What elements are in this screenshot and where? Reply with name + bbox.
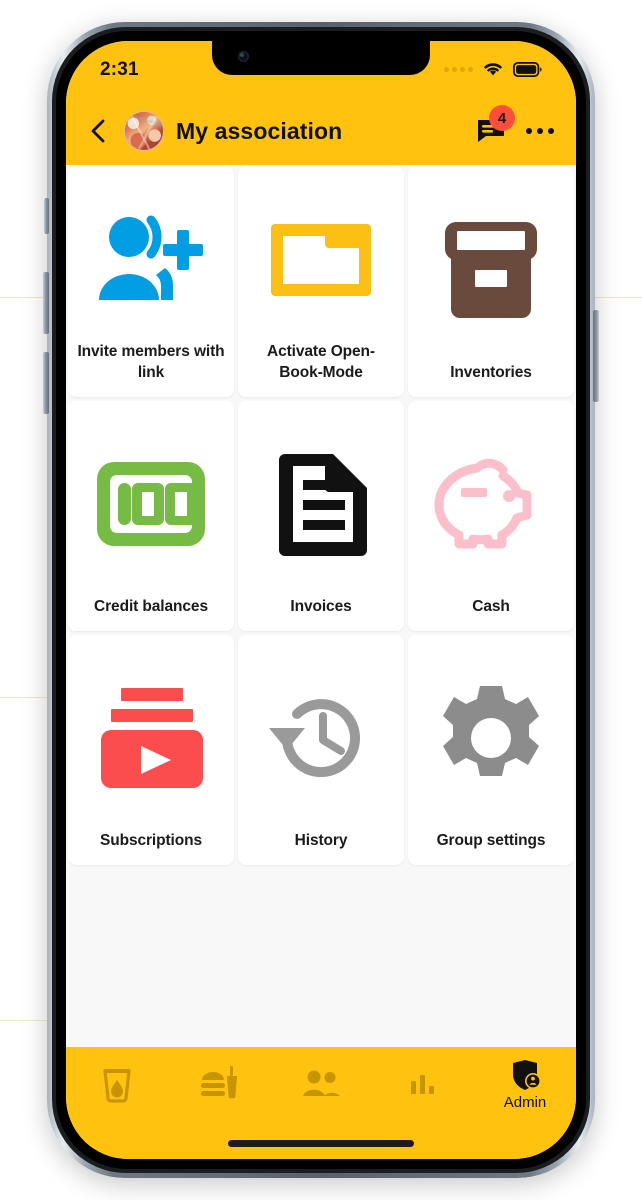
screenshot-root: 2:31 My association 4 Invite members wit…: [0, 0, 642, 1200]
subscriptions-icon: [101, 687, 203, 788]
tile-label: Cash: [472, 597, 510, 615]
display-notch: [212, 41, 430, 75]
tile-icon-wrap: [246, 177, 396, 342]
tile-label: Credit balances: [94, 597, 208, 615]
status-bar: 2:31: [66, 41, 576, 97]
nav-item-drinks[interactable]: [66, 1047, 168, 1123]
app-bar-actions: 4: [476, 105, 554, 146]
tile-subscriptions[interactable]: Subscriptions: [68, 635, 234, 865]
tile-label: Invite members with link: [77, 343, 225, 381]
tile-open-book-mode[interactable]: Activate Open-Book-Mode: [238, 167, 404, 397]
guide-line: [0, 697, 52, 698]
tile-label: Activate Open-Book-Mode: [267, 343, 375, 381]
nav-item-admin[interactable]: Admin: [474, 1047, 576, 1123]
status-icons: [444, 59, 542, 77]
tile-icon-wrap: [416, 411, 566, 597]
avatar[interactable]: [124, 111, 164, 151]
tile-icon-wrap: [246, 411, 396, 597]
tile-history[interactable]: History: [238, 635, 404, 865]
tile-icon-wrap: [416, 645, 566, 831]
nav-item-food[interactable]: [168, 1047, 270, 1123]
tile-inventories[interactable]: Inventories: [408, 167, 574, 397]
admin-shield-icon: [513, 1059, 541, 1090]
volume-down-button[interactable]: [43, 352, 49, 414]
volume-up-button[interactable]: [43, 272, 49, 334]
page-title: My association: [176, 117, 343, 144]
tile-label: History: [294, 831, 348, 849]
people-icon: [303, 1070, 340, 1096]
tile-label: Group settings: [436, 831, 546, 849]
bottom-nav-items: Admin: [66, 1047, 576, 1123]
tile-icon-wrap: [416, 177, 566, 363]
document-icon: [279, 453, 367, 556]
person-add-icon: [99, 215, 203, 300]
bar-chart-icon: [411, 1075, 434, 1094]
nav-label: Admin: [503, 1093, 547, 1111]
nav-item-members[interactable]: [270, 1047, 372, 1123]
power-button[interactable]: [593, 310, 599, 402]
top-bar: 2:31 My association 4: [66, 41, 576, 165]
battery-full-icon: [513, 61, 542, 77]
signal-dots-icon: [444, 66, 473, 72]
tile-icon-wrap: [76, 411, 226, 597]
tile-credit-balances[interactable]: Credit balances: [68, 401, 234, 631]
chat-button[interactable]: 4: [476, 105, 515, 146]
status-time: 2:31: [100, 59, 139, 80]
tile-group-settings[interactable]: Group settings: [408, 635, 574, 865]
history-clock-icon: [269, 698, 360, 777]
fastfood-icon: [201, 1066, 237, 1099]
phone-screen: 2:31 My association 4 Invite members wit…: [66, 41, 576, 1159]
main-content: Invite members with link Activate Open-B…: [66, 165, 576, 1047]
guide-line: [594, 297, 642, 298]
piggy-bank-icon: [434, 458, 532, 549]
hundred-note-icon: [97, 461, 205, 546]
chat-badge: 4: [489, 105, 515, 131]
silent-switch-button[interactable]: [44, 198, 49, 234]
app-bar: My association 4: [66, 97, 576, 165]
archive-box-icon: [445, 221, 537, 318]
tile-icon-wrap: [76, 177, 226, 342]
tile-label: Subscriptions: [99, 831, 203, 849]
wifi-icon: [484, 63, 502, 76]
front-camera-icon: [238, 51, 249, 62]
tile-icon-wrap: [246, 645, 396, 831]
tile-icon-wrap: [76, 645, 226, 831]
back-chevron-icon[interactable]: [86, 118, 112, 144]
home-indicator[interactable]: [228, 1140, 414, 1147]
tile-invite-members[interactable]: Invite members with link: [68, 167, 234, 397]
tile-cash[interactable]: Cash: [408, 401, 574, 631]
nav-item-statistics[interactable]: [372, 1047, 474, 1123]
folder-icon: [271, 223, 371, 296]
drink-glass-icon: [103, 1069, 131, 1103]
guide-line: [0, 1020, 52, 1021]
bottom-navigation: Admin: [66, 1047, 576, 1159]
tile-label: Inventories: [450, 363, 532, 381]
more-horizontal-icon[interactable]: [526, 122, 554, 140]
tile-invoices[interactable]: Invoices: [238, 401, 404, 631]
action-grid: Invite members with link Activate Open-B…: [66, 167, 576, 865]
gear-icon: [443, 685, 539, 776]
tile-label: Invoices: [290, 597, 352, 615]
